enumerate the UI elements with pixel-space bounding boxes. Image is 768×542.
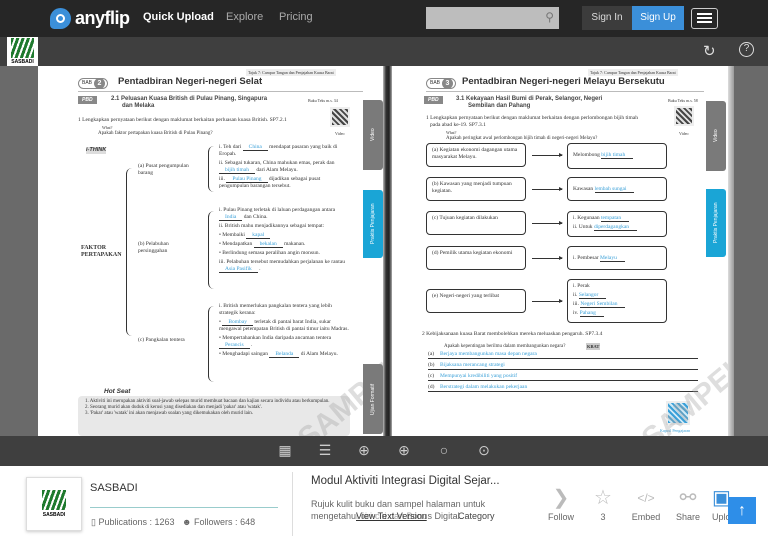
star-icon: ☆ [594,487,612,509]
view-text-version-link[interactable]: View Text Version [356,511,427,521]
anyflip-logo-icon [50,7,71,29]
arrow [532,221,563,225]
search-icon[interactable]: ○ [435,441,453,459]
answer-box: i. Pembesar Melayu [567,246,667,270]
answer-text: Perancis [219,342,250,349]
zoom-in-icon[interactable]: ⊕ [395,441,413,459]
answer-line: (a) Berjaya membangunkan masa depan negar… [428,351,698,359]
concept-box: (d) Pemilik utama kegiatan ekonomi [426,246,526,270]
menu-button[interactable] [691,8,718,29]
viewer-toolbar: SASBADI ↻ ? [0,37,768,66]
viewer-bottom-toolbar [0,436,768,466]
top-navbar: anyflip Quick Upload Explore Pricing ⚲ S… [0,0,768,37]
category-link[interactable]: Category [458,511,495,521]
arrow [532,256,563,260]
tab-video[interactable]: Video [363,100,383,170]
list-item: iii. Pulau Pinang dijadikan sebagai pusa… [219,176,321,189]
list-item: • Bombay terletak di pantai barat India,… [219,319,349,332]
search-icon[interactable]: ⚲ [545,10,554,24]
hot-seat-item: 3. 'Pakar' atau 'watak' ini akan menjawa… [85,411,253,416]
answer-text: China [242,144,268,151]
publication-description: Rujuk kulit buku dan sampel halaman untu… [311,499,486,509]
concept-box: (c) Tujuan kegiatan dilakukan [426,211,526,235]
publisher-avatar[interactable]: SASBADI [26,477,82,531]
left-page[interactable]: Tajuk 7: Campur Tangan dan Penjajahan Ku… [38,66,383,436]
answer-text: Pulau Pinang [226,176,268,183]
share-button[interactable]: ⚯ Share [670,486,706,522]
tab-ujian-formatif[interactable]: Ujian Formatif [363,364,383,434]
follow-button[interactable]: ❯ Follow [543,486,579,522]
book-icon: ▯ [91,517,96,527]
list-item: ii. British mahu menjadikannya sebagai t… [219,223,325,229]
thumbnails-icon[interactable]: ▦ [276,441,294,459]
chapter-title: Pentadbiran Negeri-negeri Melayu Berseku… [462,76,665,87]
answer-box: i. Perak ii. Selangor iii. Negeri Sembila… [567,279,667,323]
anyflip-logo[interactable]: anyflip [50,7,130,29]
like-button[interactable]: ☆ 3 [585,486,621,522]
embed-button[interactable]: </> Embed [628,486,664,522]
answer-line: (c) Mempunyai kredibiliti yang positif [428,373,698,381]
list-item: i. Teh dari China mendapat pasaran yang … [219,144,338,157]
publisher-logo[interactable]: SASBADI [7,37,38,66]
list-item: • Mendapatkan bekalan makanan. [219,241,306,248]
list-item: • Berlindung semasa peralihan angin mons… [219,250,320,256]
brand-name: anyflip [75,7,130,28]
concept-box: (a) Kegiatan ekonomi dagangan utama masy… [426,143,526,167]
nav-pricing[interactable]: Pricing [279,11,313,23]
share-external-icon[interactable]: ↻ [703,42,716,60]
tab-praktis-penjajaran[interactable]: Praktis Penjajaran [706,189,726,257]
answer-box: Kawasan lembah sungai [567,177,667,201]
search-input[interactable]: ⚲ [426,7,559,29]
answer-text: bijih timah [219,167,255,174]
answer-text: India [219,214,243,221]
nav-explore[interactable]: Explore [226,11,263,23]
sign-in-button[interactable]: Sign In [582,6,632,30]
rss-icon: ❯ [552,487,570,509]
publication-title[interactable]: Modul Aktiviti Integrasi Digital Sejar..… [311,475,500,487]
concept-box: (b) Kawasan yang menjadi tumpuan kegiata… [426,177,526,201]
more-icon[interactable]: ⊙ [475,441,493,459]
publications-count[interactable]: ▯ Publications : 1263 ☻ Followers : 648 [91,517,255,528]
help-icon[interactable]: ? [739,42,754,57]
answer-text: Belanda [269,351,300,358]
concept-box: (e) Negeri-negeri yang terlibat [426,289,526,313]
nav-quick-upload[interactable]: Quick Upload [143,11,214,23]
tab-video[interactable]: Video [706,101,726,171]
embed-icon: </> [637,491,655,505]
hamburger-icon [697,13,712,23]
answer-text: Bombay [222,319,253,326]
chapter-title: Pentadbiran Negeri-negeri Selat [118,76,263,87]
answer-text: kapal [246,232,271,239]
list-item: i. Pulau Pinang terletak di laluan perda… [219,207,336,221]
share-icon: ⚯ [679,487,697,509]
qr-code[interactable] [674,106,694,126]
list-item: ii. Sebagai tukaran, China mahukan emas,… [219,160,335,174]
auto-flip-icon[interactable]: ⊕ [355,441,373,459]
arrow [532,153,563,157]
list-item: iii. Pelabuhan tersebut memudahkan perja… [219,259,345,273]
qr-code[interactable] [330,107,350,127]
page-edge-right [728,66,734,436]
list-item: i. British memerlukan pangkalan tentera … [219,303,332,316]
list-item: • Mempertahankan India daripada ancaman … [219,335,332,349]
user-icon: ☻ [182,517,192,527]
tab-praktis-penjajaran[interactable]: Praktis Penjajaran [363,190,383,258]
answer-box: i. Kegunaan tempatan ii. Untuk diperdagan… [567,211,667,237]
list-item: • Membaiki kapal [219,232,349,239]
book-spine [383,66,392,436]
arrow [532,187,563,191]
arrow [532,299,563,303]
table-of-contents-icon[interactable]: ☰ [316,441,334,459]
sign-up-button[interactable]: Sign Up [632,6,684,30]
scroll-to-top-button[interactable]: ↑ [728,497,756,524]
answer-box: Melombong bijih timah [567,143,667,169]
answer-line: (d) Berstrategi dalam melakukan pekerjaan [428,384,698,392]
right-page[interactable]: Tajuk 7: Campur Tangan dan Penjajahan Ku… [392,66,728,436]
answer-text: Asia Pasifik [219,266,258,273]
answer-text: bekalan [253,241,283,248]
publisher-name[interactable]: SASBADI [90,482,138,494]
answer-line: (b) Bijaksana merancang strategi [428,362,698,370]
list-item: • Menghadapi saingan Belanda di Alam Mel… [219,351,338,358]
